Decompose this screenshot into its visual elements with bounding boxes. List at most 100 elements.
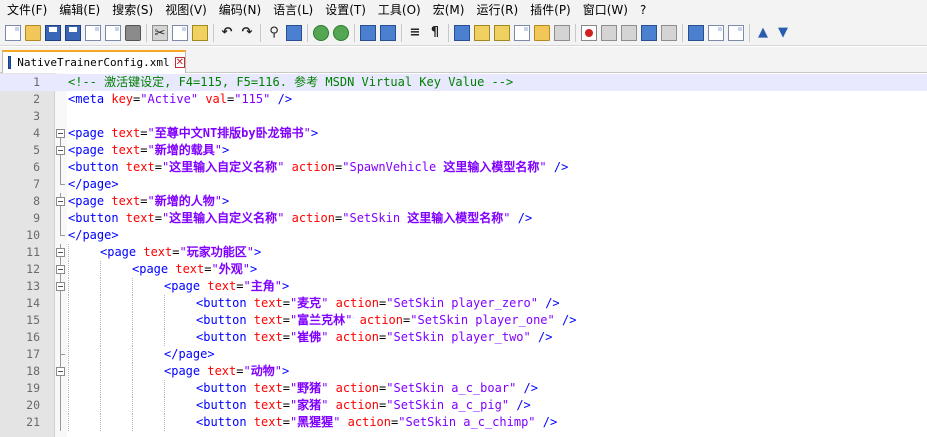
tab-nativetrainerconfig[interactable]: NativeTrainerConfig.xml ✕ [2, 50, 186, 73]
close-tab-icon[interactable]: ✕ [174, 57, 185, 68]
menu-item-3[interactable]: 视图(V) [158, 0, 212, 20]
code-editor[interactable]: 1 <!-- 激活键设定, F4=115, F5=116. 参考 MSDN Vir… [0, 73, 927, 437]
lang-udl-icon[interactable] [474, 24, 490, 41]
token-tag: <page [68, 143, 112, 157]
code-line[interactable]: 17 </page> [0, 346, 927, 363]
bookmark-icon[interactable] [728, 24, 744, 41]
indent-guide-icon[interactable] [454, 24, 470, 41]
indent-guide [100, 397, 101, 414]
indent-guide [164, 414, 165, 431]
redo-icon[interactable]: ↷ [239, 25, 255, 41]
fold-toggle-icon[interactable] [56, 146, 65, 155]
code-line[interactable]: 14 <button text="麦克" action="SetSkin play… [0, 295, 927, 312]
menu-item-2[interactable]: 搜索(S) [105, 0, 158, 20]
menu-item-4[interactable]: 编码(N) [212, 0, 266, 20]
stop-record-icon[interactable] [601, 24, 617, 41]
sync-horizontal-icon[interactable] [380, 24, 396, 41]
code-line[interactable]: 2 <meta key="Active" val="115" /> [0, 91, 927, 108]
token-tag: <button [68, 160, 126, 174]
move-down-icon[interactable]: ▼ [775, 25, 791, 41]
token-tag: /> [516, 398, 531, 412]
cut-icon[interactable]: ✂ [152, 24, 168, 41]
word-wrap-icon[interactable]: ≡ [407, 25, 423, 41]
token-plain: = [154, 211, 162, 225]
code-line[interactable]: 11 <page text="玩家功能区"> [0, 244, 927, 261]
menu-item-7[interactable]: 工具(O) [371, 0, 426, 20]
code-line[interactable]: 9 <button text="这里输入自定义名称" action="SetSki… [0, 210, 927, 227]
run-macro-multiple-icon[interactable] [641, 24, 657, 41]
menu-item-12[interactable]: ? [633, 0, 651, 20]
open-file-icon[interactable] [25, 24, 41, 41]
code-line[interactable]: 4 <page text="至尊中文NT排版by卧龙锦书"> [0, 125, 927, 142]
code-line[interactable]: 5 <page text="新增的载具"> [0, 142, 927, 159]
menu-item-10[interactable]: 插件(P) [523, 0, 576, 20]
compare-icon[interactable] [708, 24, 724, 41]
indent-guide [132, 346, 133, 363]
code-line[interactable]: 3 [0, 108, 927, 125]
function-list-icon[interactable] [514, 24, 530, 41]
show-all-chars-icon[interactable]: ¶ [427, 25, 443, 41]
play-macro-icon[interactable] [621, 24, 637, 41]
move-up-icon[interactable]: ▲ [755, 25, 771, 41]
token-plain: = [282, 381, 290, 395]
zoom-out-icon[interactable] [333, 24, 349, 41]
close-icon[interactable] [85, 24, 101, 41]
code-line[interactable]: 19 <button text="野猪" action="SetSkin a_c_… [0, 380, 927, 397]
save-macro-icon[interactable] [661, 24, 677, 41]
paste-icon[interactable] [192, 24, 208, 41]
fold-toggle-icon[interactable] [56, 265, 65, 274]
menu-item-8[interactable]: 宏(M) [426, 0, 470, 20]
undo-icon[interactable]: ↶ [219, 25, 235, 41]
code-line[interactable]: 13 <page text="主角"> [0, 278, 927, 295]
find-icon[interactable]: ⚲ [266, 25, 282, 41]
copy-icon[interactable] [172, 24, 188, 41]
menu-item-0[interactable]: 文件(F) [0, 0, 52, 20]
code-line[interactable]: 18 <page text="动物"> [0, 363, 927, 380]
fold-toggle-icon[interactable] [56, 282, 65, 291]
token-str: " [214, 143, 222, 157]
sync-vertical-icon[interactable] [360, 24, 376, 41]
save-icon[interactable] [45, 24, 61, 41]
zoom-in-icon[interactable] [313, 24, 329, 41]
close-all-icon[interactable] [105, 24, 121, 41]
code-line[interactable]: 21 <button text="黑猩猩" action="SetSkin a_c… [0, 414, 927, 431]
spellcheck-icon[interactable] [688, 24, 704, 41]
token-attr: val [205, 92, 227, 106]
token-str: "SetSkin a_c_boar" [386, 381, 517, 395]
new-file-icon[interactable] [5, 24, 21, 41]
print-icon[interactable] [125, 24, 141, 41]
monitor-icon[interactable] [554, 24, 570, 41]
menu-item-1[interactable]: 编辑(E) [52, 0, 105, 20]
folder-workspace-icon[interactable] [534, 24, 550, 41]
code-line[interactable]: 1 <!-- 激活键设定, F4=115, F5=116. 参考 MSDN Vir… [0, 74, 927, 91]
token-tag: /> [517, 211, 533, 225]
code-line[interactable]: 15 <button text="富兰克林" action="SetSkin pl… [0, 312, 927, 329]
code-line[interactable]: 8 <page text="新增的人物"> [0, 193, 927, 210]
token-cjk: 玩家功能区 [186, 245, 247, 259]
line-number: 2 [33, 92, 40, 106]
token-str: " [147, 143, 155, 157]
fold-toggle-icon[interactable] [56, 129, 65, 138]
indent-guide [100, 346, 101, 363]
save-all-icon[interactable] [65, 24, 81, 41]
fold-toggle-icon[interactable] [56, 248, 65, 257]
replace-icon[interactable] [286, 24, 302, 41]
code-line[interactable]: 12 <page text="外观"> [0, 261, 927, 278]
doc-map-icon[interactable] [494, 24, 510, 41]
code-line[interactable]: 20 <button text="家猪" action="SetSkin a_c_… [0, 397, 927, 414]
menu-item-9[interactable]: 运行(R) [469, 0, 523, 20]
menu-item-6[interactable]: 设置(T) [318, 0, 371, 20]
record-macro-icon[interactable] [581, 24, 597, 41]
code-line[interactable]: 16 <button text="崔佛" action="SetSkin play… [0, 329, 927, 346]
code-line[interactable]: 10 </page> [0, 227, 927, 244]
menu-item-11[interactable]: 窗口(W) [576, 0, 633, 20]
fold-toggle-icon[interactable] [56, 367, 65, 376]
indent-guide [68, 363, 69, 380]
menu-item-5[interactable]: 语言(L) [266, 0, 318, 20]
token-cjk: 这里输入模型名称 [443, 160, 540, 174]
fold-toggle-icon[interactable] [56, 197, 65, 206]
code-line[interactable]: 6 <button text="这里输入自定义名称" action="SpawnV… [0, 159, 927, 176]
code-line[interactable]: 7 </page> [0, 176, 927, 193]
